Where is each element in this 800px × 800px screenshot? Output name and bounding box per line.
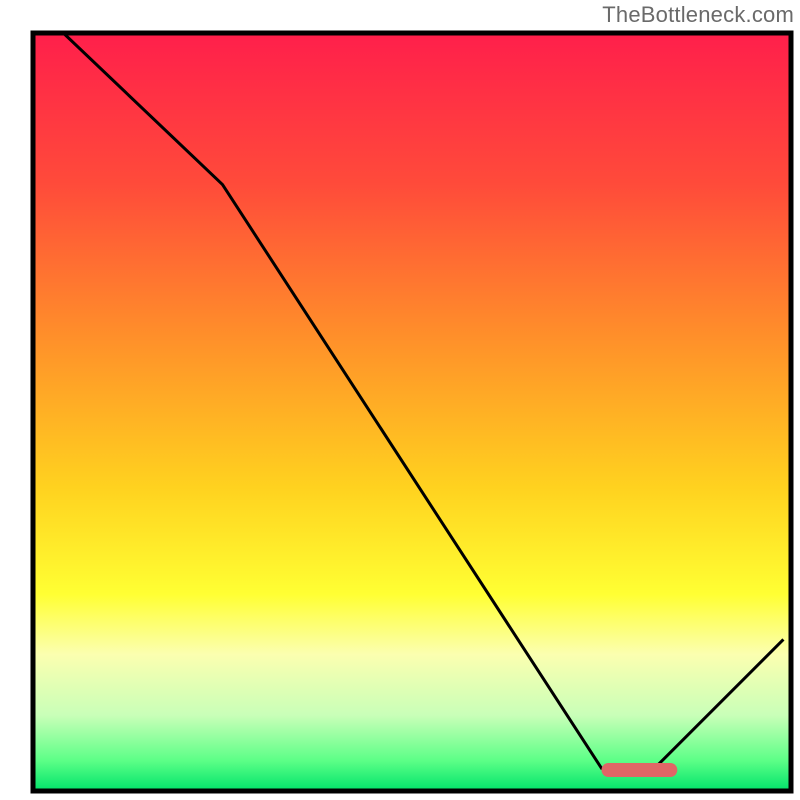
chart-stage: TheBottleneck.com [0,0,800,800]
gradient-background [33,33,791,791]
bottleneck-chart [0,0,800,800]
optimal-zone-marker [602,763,678,777]
